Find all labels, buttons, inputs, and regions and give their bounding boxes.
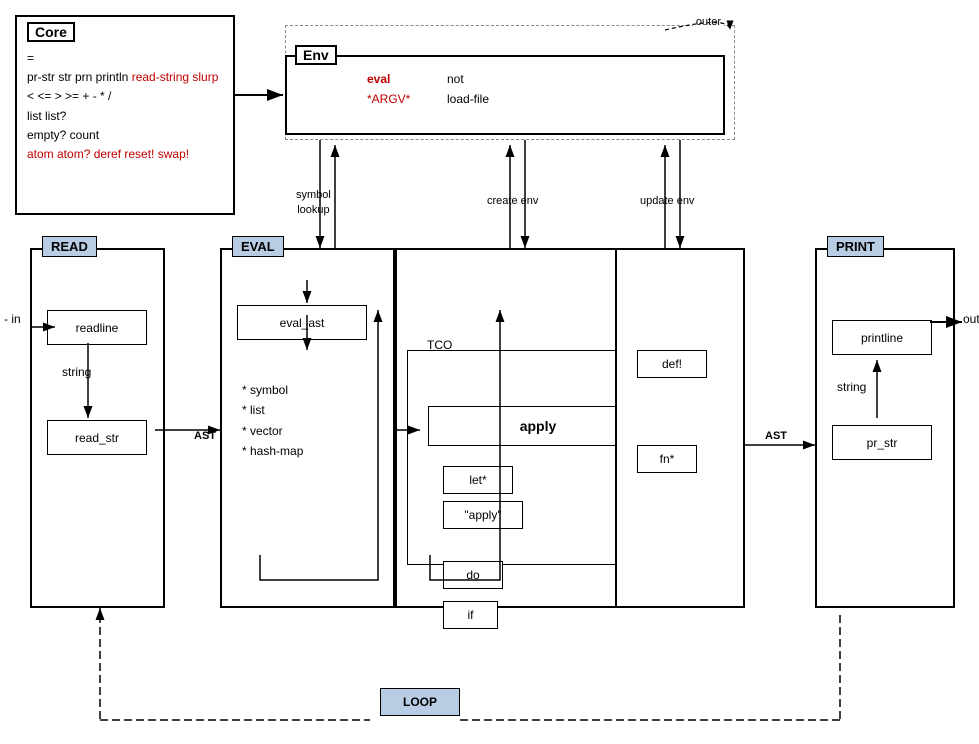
read-str-box: read_str [47, 420, 147, 455]
out-label: out [963, 312, 979, 326]
symbol-lookup-label: symbollookup [296, 188, 331, 219]
core-box: Core = pr-str str prn println read-strin… [15, 15, 235, 215]
apply-string-box: "apply" [443, 501, 523, 529]
create-env-label: create env [487, 195, 538, 207]
fn-star-box: fn* [637, 445, 697, 473]
env-label: Env [295, 45, 337, 65]
eval-ast-subtypes: * symbol * list * vector * hash-map [242, 380, 303, 462]
do-box: do [443, 561, 503, 589]
eval-label: eval [367, 72, 390, 86]
load-file-label: load-file [447, 92, 489, 106]
printline-box: printline [832, 320, 932, 355]
print-box: PRINT printline string pr_str [815, 248, 955, 608]
core-content: = pr-str str prn println read-string slu… [27, 49, 218, 164]
argv-label: *ARGV* [367, 92, 410, 106]
eval-box: EVAL eval_ast * symbol * list * vector *… [220, 248, 395, 608]
not-label: not [447, 72, 464, 86]
update-env-label: update env [640, 195, 694, 207]
outer-label: outer [693, 16, 724, 28]
eval-ast-box: eval_ast [237, 305, 367, 340]
read-box: READ readline string read_str [30, 248, 165, 608]
string-label1: string [62, 365, 91, 379]
string-label2: string [837, 380, 866, 394]
ast-label1: AST [194, 430, 216, 442]
env-box: Env eval not load-file *ARGV* [285, 55, 725, 135]
readline-box: readline [47, 310, 147, 345]
loop-box: LOOP [380, 688, 460, 716]
core-label: Core [27, 22, 75, 42]
apply-inner-region: apply let* "apply" do if [407, 350, 647, 565]
pr-str-box: pr_str [832, 425, 932, 460]
if-box: if [443, 601, 498, 629]
ast-label2: AST [765, 430, 787, 442]
in-label: - in [4, 312, 21, 326]
def-bang-box: def! [637, 350, 707, 378]
defn-box: def! fn* [615, 248, 745, 608]
tco-label: TCO [427, 338, 452, 352]
let-star-box: let* [443, 466, 513, 494]
